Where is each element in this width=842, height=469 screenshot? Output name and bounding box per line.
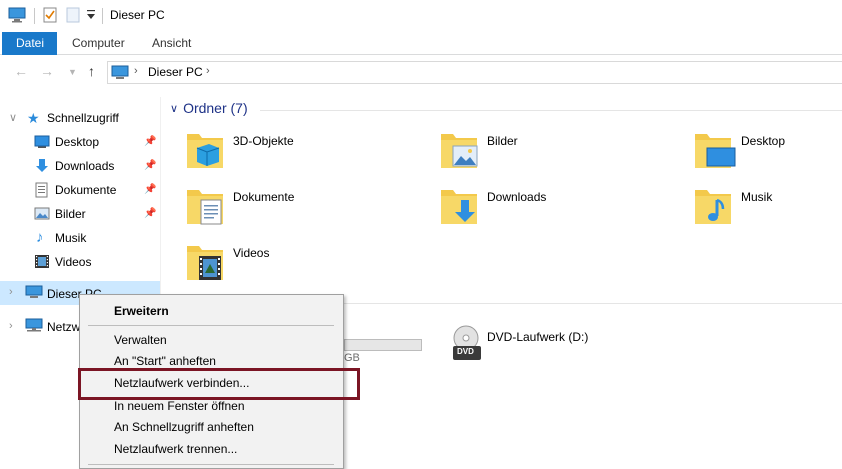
- folder-tile[interactable]: [185, 128, 225, 172]
- folder-tile[interactable]: [439, 128, 479, 172]
- pictures-folder-icon: [439, 134, 479, 175]
- expand-chevron-icon[interactable]: ›: [9, 320, 13, 332]
- expand-chevron-icon[interactable]: ›: [9, 286, 13, 298]
- address-pc-icon: [111, 65, 129, 83]
- sidebar-item-documents[interactable]: Dokumente: [55, 183, 116, 197]
- toolbar-separator: [34, 8, 35, 24]
- pin-icon[interactable]: 📌: [144, 184, 156, 195]
- sidebar-item-videos[interactable]: Videos: [55, 255, 91, 269]
- sidebar-item-desktop[interactable]: Desktop: [55, 135, 99, 149]
- folder-tile[interactable]: [439, 184, 479, 228]
- collapse-chevron-icon[interactable]: ∨: [170, 102, 178, 115]
- folder-label[interactable]: Dokumente: [233, 190, 294, 204]
- this-pc-nav-icon: [25, 285, 43, 302]
- address-chevron-icon[interactable]: ›: [134, 65, 138, 77]
- address-bar[interactable]: [107, 61, 842, 84]
- folder-label[interactable]: 3D-Objekte: [233, 134, 294, 148]
- music-folder-icon: [693, 190, 733, 231]
- documents-icon: [35, 182, 48, 201]
- sidebar-item-pictures[interactable]: Bilder: [55, 207, 86, 221]
- 3d-objects-icon: [185, 134, 225, 175]
- menu-item-open-new-window[interactable]: In neuem Fenster öffnen: [114, 399, 245, 413]
- pictures-icon: [34, 207, 50, 223]
- folder-tile[interactable]: [185, 184, 225, 228]
- menu-item-manage[interactable]: Verwalten: [114, 333, 167, 347]
- customize-dropdown-icon[interactable]: [86, 9, 96, 24]
- sidebar-item-downloads[interactable]: Downloads: [55, 159, 114, 173]
- menu-separator: [88, 464, 334, 465]
- menu-item-pin-quick-access[interactable]: An Schnellzugriff anheften: [114, 420, 254, 434]
- forward-arrow-icon[interactable]: →: [40, 63, 54, 79]
- dvd-drive-tile[interactable]: DVD: [449, 324, 483, 364]
- this-pc-icon: [8, 7, 26, 26]
- folder-label[interactable]: Desktop: [741, 134, 785, 148]
- back-arrow-icon[interactable]: ←: [14, 63, 28, 79]
- documents-folder-icon: [185, 190, 225, 231]
- star-icon: ★: [27, 110, 40, 126]
- folders-group-header[interactable]: ∨ Ordner (7): [170, 100, 248, 116]
- nav-quick-access[interactable]: Schnellzugriff: [47, 111, 119, 125]
- recent-dropdown-icon[interactable]: ▼: [68, 67, 77, 77]
- folder-tile[interactable]: [693, 128, 737, 172]
- expand-chevron-icon[interactable]: ∨: [9, 111, 17, 124]
- address-chevron-icon[interactable]: ›: [206, 65, 210, 77]
- sidebar-item-music[interactable]: Musik: [55, 231, 86, 245]
- drive-usage-bar: [344, 339, 422, 351]
- up-arrow-icon[interactable]: ↑: [88, 63, 95, 79]
- folder-tile[interactable]: [185, 240, 225, 284]
- network-icon: [25, 318, 43, 335]
- window-title: Dieser PC: [110, 8, 165, 22]
- downloads-folder-icon: [439, 190, 479, 231]
- dvd-drive-label[interactable]: DVD-Laufwerk (D:): [487, 330, 588, 344]
- folder-label[interactable]: Musik: [741, 190, 772, 204]
- folder-tile[interactable]: [693, 184, 733, 228]
- new-folder-icon[interactable]: [66, 7, 80, 26]
- title-bar: Dieser PC: [0, 0, 842, 32]
- folders-group-title: Ordner (7): [183, 100, 248, 116]
- ribbon-tabs: Datei Computer Ansicht: [0, 32, 842, 55]
- downloads-icon: [34, 158, 50, 177]
- menu-item-disconnect-network-drive[interactable]: Netzlaufwerk trennen...: [114, 442, 237, 456]
- videos-icon: [34, 254, 50, 272]
- toolbar-separator: [102, 8, 103, 24]
- pin-icon[interactable]: 📌: [144, 136, 156, 147]
- drive-size-text: GB: [344, 352, 360, 364]
- pin-icon[interactable]: 📌: [144, 208, 156, 219]
- dvd-badge: DVD: [457, 347, 474, 356]
- folder-label[interactable]: Videos: [233, 246, 269, 260]
- folder-label[interactable]: Downloads: [487, 190, 546, 204]
- tab-computer[interactable]: Computer: [58, 32, 139, 55]
- folder-label[interactable]: Bilder: [487, 134, 518, 148]
- sidebar-item-network[interactable]: Netzw: [47, 320, 80, 334]
- menu-item-expand[interactable]: Erweitern: [114, 304, 169, 318]
- videos-folder-icon: [185, 246, 225, 287]
- menu-separator: [88, 325, 334, 326]
- address-location[interactable]: Dieser PC: [148, 65, 203, 79]
- annotation-highlight-box: [78, 368, 360, 400]
- tab-datei[interactable]: Datei: [2, 32, 57, 55]
- pin-icon[interactable]: 📌: [144, 160, 156, 171]
- group-divider: [260, 110, 842, 111]
- menu-item-pin-to-start[interactable]: An "Start" anheften: [114, 354, 216, 368]
- tab-ansicht[interactable]: Ansicht: [138, 32, 205, 55]
- properties-icon[interactable]: [43, 7, 57, 26]
- music-icon: ♪: [36, 229, 44, 246]
- desktop-folder-icon: [693, 134, 737, 175]
- desktop-icon: [34, 135, 50, 152]
